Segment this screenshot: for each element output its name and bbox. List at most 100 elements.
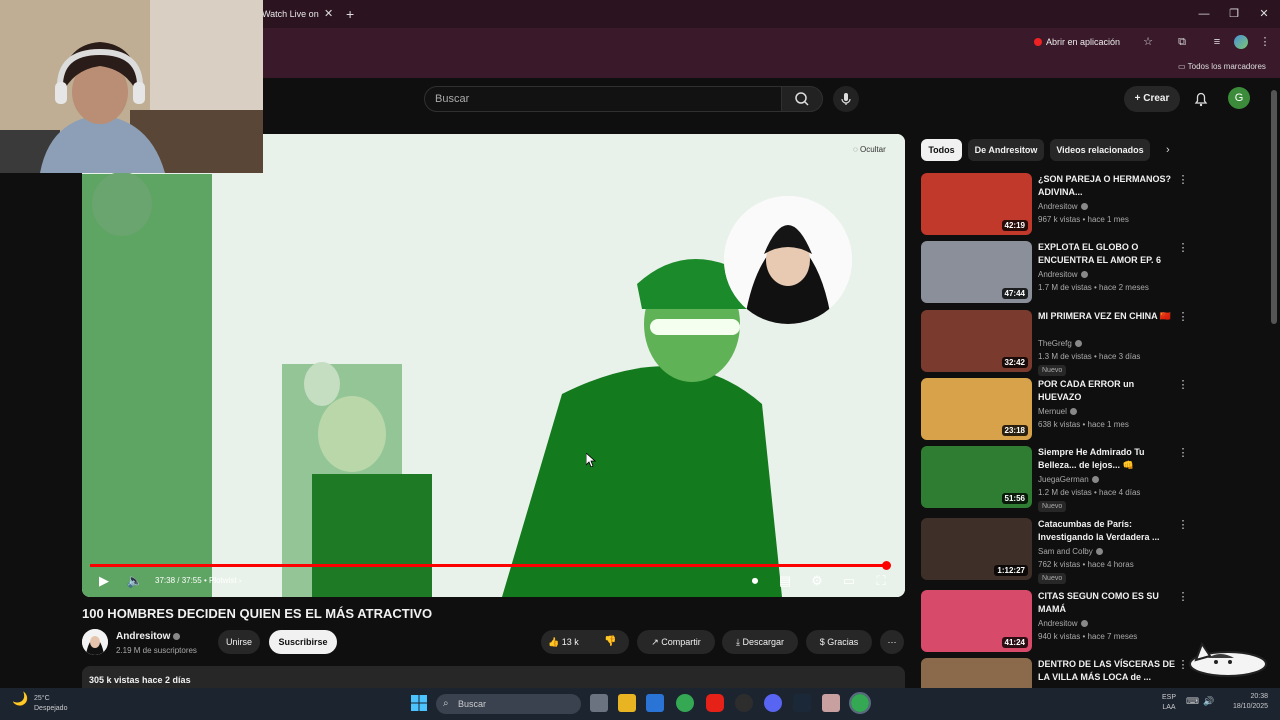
all-bookmarks-button[interactable]: ▭ Todos los marcadores [1178, 60, 1278, 74]
recommendation-item[interactable]: 41:24 CITAS SEGUN COMO ES SU MAMÁ ⋮ Andresi… [921, 590, 1201, 652]
video-thumbnail[interactable]: 47:44 [921, 241, 1032, 303]
recommendation-title[interactable]: CITAS SEGUN COMO ES SU MAMÁ [1038, 590, 1176, 616]
recommendation-item[interactable]: 42:19 ¿SON PAREJA O HERMANOS? ADIVINA... ⋮… [921, 173, 1201, 235]
more-options-icon[interactable]: ⋮ [1177, 378, 1189, 392]
share-button[interactable]: ↗ Compartir [637, 630, 715, 654]
recommendation-channel[interactable]: Sam and Colby [1038, 546, 1103, 558]
volume-icon[interactable]: 🔈 [126, 572, 144, 590]
recommendation-meta: 940 k vistas • hace 7 meses [1038, 632, 1138, 641]
account-avatar[interactable]: G [1228, 87, 1250, 109]
language-indicator[interactable]: ESP LAA [1158, 693, 1180, 715]
recommendation-item[interactable]: 51:56 Siempre He Admirado Tu Belleza... d… [921, 446, 1201, 512]
close-tab-icon[interactable]: ✕ [324, 0, 336, 28]
chrome-active-icon[interactable] [849, 692, 871, 714]
speaker-icon[interactable]: 🔊 [1203, 696, 1215, 708]
more-options-icon[interactable]: ⋮ [1177, 310, 1189, 324]
create-button[interactable]: + Crear [1124, 86, 1180, 112]
video-thumbnail[interactable]: 32:42 [921, 310, 1032, 372]
recommendation-item[interactable]: 1:12:27 Catacumbas de París: Investigando… [921, 518, 1201, 584]
more-options-icon[interactable]: ⋮ [1177, 446, 1189, 460]
progress-bar[interactable] [90, 564, 886, 567]
maximize-button[interactable]: ❐ [1222, 0, 1246, 28]
recommendation-title[interactable]: ¿SON PAREJA O HERMANOS? ADIVINA... [1038, 173, 1176, 199]
thanks-button[interactable]: $ Gracias [806, 630, 872, 654]
new-tab-button[interactable]: + [346, 0, 360, 28]
channel-avatar[interactable] [82, 629, 108, 655]
open-in-app-button[interactable]: Abrir en aplicación [1034, 34, 1130, 50]
video-thumbnail[interactable]: 1:12:27 [921, 518, 1032, 580]
recommendation-title[interactable]: EXPLOTA EL GLOBO O ENCUENTRA EL AMOR EP.… [1038, 241, 1176, 267]
more-options-icon[interactable]: ⋮ [1177, 590, 1189, 604]
star-icon[interactable]: ☆ [1140, 34, 1156, 50]
more-options-icon[interactable]: ⋮ [1177, 518, 1189, 532]
settings-gear-icon[interactable]: ⚙ [808, 572, 826, 590]
recommendation-title[interactable]: Siempre He Admirado Tu Belleza... de lej… [1038, 446, 1176, 472]
windows-start-icon[interactable] [410, 694, 428, 712]
notifications-button[interactable] [1190, 88, 1212, 110]
photos-app-icon[interactable] [822, 694, 840, 712]
recommendation-item[interactable]: 23:18 POR CADA ERROR un HUEVAZO ⋮ Mernuel 63… [921, 378, 1201, 440]
close-window-button[interactable]: ✕ [1252, 0, 1276, 28]
media-controls-icon[interactable]: ≡ [1209, 34, 1225, 50]
chip-related[interactable]: Videos relacionados [1050, 139, 1150, 161]
voice-search-button[interactable] [833, 86, 859, 112]
more-options-icon[interactable]: ⋮ [1177, 173, 1189, 187]
chip-all[interactable]: Todos [921, 139, 962, 161]
recommendation-title[interactable]: DENTRO DE LAS VÍSCERAS DE LA VILLA MÁS L… [1038, 658, 1176, 684]
chip-from-channel[interactable]: De Andresitow [968, 139, 1044, 161]
recommendation-channel[interactable]: TheGrefg [1038, 338, 1082, 350]
recommendation-channel[interactable]: JuegaGerman [1038, 474, 1099, 486]
recommendation-channel[interactable]: Andresitow [1038, 201, 1088, 213]
video-thumbnail[interactable]: 42:19 [921, 173, 1032, 235]
video-thumbnail[interactable]: 23:18 [921, 378, 1032, 440]
recommendation-item[interactable]: 47:44 EXPLOTA EL GLOBO O ENCUENTRA EL AMO… [921, 241, 1201, 303]
join-button[interactable]: Unirse [218, 630, 260, 654]
like-button[interactable]: 👍 13 k [548, 635, 598, 649]
task-view-icon[interactable] [590, 694, 608, 712]
taskbar-search-input[interactable]: ⌕ Buscar [436, 694, 581, 714]
calendar-app-icon[interactable] [646, 694, 664, 712]
network-icon[interactable]: ⌨ [1186, 696, 1199, 708]
fullscreen-icon[interactable]: ⛶ [872, 572, 890, 590]
minimize-button[interactable]: — [1192, 0, 1216, 28]
system-clock[interactable]: 20:38 18/10/2025 [1222, 692, 1268, 716]
progress-knob[interactable] [882, 561, 891, 570]
recommendation-title[interactable]: Catacumbas de París: Investigando la Ver… [1038, 518, 1176, 544]
subscribe-button[interactable]: Suscribirse [269, 630, 337, 654]
extensions-icon[interactable]: ⧉ [1174, 34, 1190, 50]
discord-icon[interactable] [764, 694, 782, 712]
theater-mode-icon[interactable]: ▭ [840, 572, 858, 590]
menu-kebab-icon[interactable]: ⋮ [1257, 34, 1273, 50]
weather-widget[interactable]: 🌙 25°C Despejado [12, 692, 92, 716]
scrollbar[interactable] [1271, 90, 1277, 324]
steam-icon[interactable] [793, 694, 811, 712]
search-input[interactable]: Buscar [424, 86, 782, 112]
download-button[interactable]: ⤓ Descargar [722, 630, 798, 654]
chapter-label[interactable]: • Plotwist [204, 576, 237, 585]
hide-overlay-button[interactable]: ◌ Ocultar [853, 143, 897, 157]
recommendation-item[interactable]: 32:42 MI PRIMERA VEZ EN CHINA 🇨🇳 ⋮ TheGrefg… [921, 310, 1201, 376]
folder-icon: ▭ [1178, 62, 1188, 71]
chevron-right-icon[interactable]: › [1166, 143, 1180, 157]
recommendation-channel[interactable]: Andresitow [1038, 269, 1088, 281]
chrome-icon[interactable] [676, 694, 694, 712]
obs-icon[interactable] [735, 694, 753, 712]
recommendation-title[interactable]: MI PRIMERA VEZ EN CHINA 🇨🇳 [1038, 310, 1176, 323]
video-thumbnail[interactable]: 51:56 [921, 446, 1032, 508]
more-options-icon[interactable]: ⋮ [1177, 241, 1189, 255]
play-icon[interactable]: ▶ [95, 572, 113, 590]
profile-icon[interactable] [1234, 35, 1248, 49]
subtitles-icon[interactable]: ▤ [776, 572, 794, 590]
subscriber-count: 2.19 M de suscriptores [116, 646, 197, 655]
file-explorer-icon[interactable] [618, 694, 636, 712]
autoplay-toggle[interactable]: ⏺ [744, 572, 766, 590]
recommendation-channel[interactable]: Mernuel [1038, 406, 1077, 418]
search-button[interactable] [781, 86, 823, 112]
video-thumbnail[interactable]: 41:24 [921, 590, 1032, 652]
channel-name[interactable]: Andresitow [116, 630, 196, 644]
recommendation-title[interactable]: POR CADA ERROR un HUEVAZO [1038, 378, 1176, 404]
youtube-app-icon[interactable] [706, 694, 724, 712]
more-actions-icon[interactable]: ⋯ [880, 630, 904, 654]
recommendation-channel[interactable]: Andresitow [1038, 618, 1088, 630]
thumbs-down-icon[interactable]: 👎 [604, 635, 620, 649]
